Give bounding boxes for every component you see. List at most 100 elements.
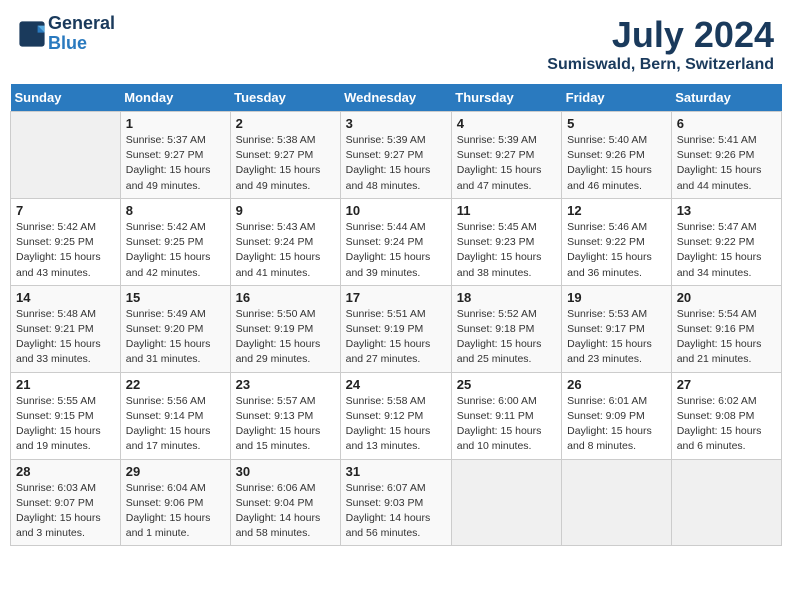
day-info: Sunrise: 5:46 AM Sunset: 9:22 PM Dayligh… (567, 220, 666, 281)
day-info: Sunrise: 5:39 AM Sunset: 9:27 PM Dayligh… (346, 133, 446, 194)
day-info: Sunrise: 5:52 AM Sunset: 9:18 PM Dayligh… (457, 307, 556, 368)
day-cell: 14 Sunrise: 5:48 AM Sunset: 9:21 PM Dayli… (11, 285, 121, 372)
day-info: Sunrise: 5:42 AM Sunset: 9:25 PM Dayligh… (16, 220, 115, 281)
day-info: Sunrise: 5:58 AM Sunset: 9:12 PM Dayligh… (346, 394, 446, 455)
day-number: 17 (346, 290, 446, 305)
day-number: 5 (567, 116, 666, 131)
location: Sumiswald, Bern, Switzerland (547, 56, 774, 74)
day-number: 1 (126, 116, 225, 131)
day-cell (562, 459, 672, 546)
day-cell: 19 Sunrise: 5:53 AM Sunset: 9:17 PM Dayli… (562, 285, 672, 372)
day-number: 24 (346, 377, 446, 392)
day-cell: 11 Sunrise: 5:45 AM Sunset: 9:23 PM Dayli… (451, 198, 561, 285)
day-cell: 20 Sunrise: 5:54 AM Sunset: 9:16 PM Dayli… (671, 285, 781, 372)
day-info: Sunrise: 5:50 AM Sunset: 9:19 PM Dayligh… (236, 307, 335, 368)
day-number: 29 (126, 464, 225, 479)
calendar-table: SundayMondayTuesdayWednesdayThursdayFrid… (10, 84, 782, 546)
day-number: 9 (236, 203, 335, 218)
day-number: 14 (16, 290, 115, 305)
day-cell: 1 Sunrise: 5:37 AM Sunset: 9:27 PM Daylig… (120, 112, 230, 199)
day-cell: 26 Sunrise: 6:01 AM Sunset: 9:09 PM Dayli… (562, 372, 672, 459)
day-number: 26 (567, 377, 666, 392)
day-number: 6 (677, 116, 776, 131)
day-number: 31 (346, 464, 446, 479)
day-cell: 5 Sunrise: 5:40 AM Sunset: 9:26 PM Daylig… (562, 112, 672, 199)
day-info: Sunrise: 5:44 AM Sunset: 9:24 PM Dayligh… (346, 220, 446, 281)
day-info: Sunrise: 6:00 AM Sunset: 9:11 PM Dayligh… (457, 394, 556, 455)
day-info: Sunrise: 5:41 AM Sunset: 9:26 PM Dayligh… (677, 133, 776, 194)
day-header-wednesday: Wednesday (340, 84, 451, 112)
day-number: 11 (457, 203, 556, 218)
day-cell: 27Sunrise: 6:02 AM Sunset: 9:08 PM Dayli… (671, 372, 781, 459)
day-info: Sunrise: 5:39 AM Sunset: 9:27 PM Dayligh… (457, 133, 556, 194)
logo-line2: Blue (48, 34, 115, 54)
day-cell: 17 Sunrise: 5:51 AM Sunset: 9:19 PM Dayli… (340, 285, 451, 372)
day-number: 25 (457, 377, 556, 392)
day-info: Sunrise: 6:07 AM Sunset: 9:03 PM Dayligh… (346, 481, 446, 542)
day-cell: 9 Sunrise: 5:43 AM Sunset: 9:24 PM Daylig… (230, 198, 340, 285)
day-info: Sunrise: 5:49 AM Sunset: 9:20 PM Dayligh… (126, 307, 225, 368)
day-info: Sunrise: 6:06 AM Sunset: 9:04 PM Dayligh… (236, 481, 335, 542)
header-row: SundayMondayTuesdayWednesdayThursdayFrid… (11, 84, 782, 112)
day-number: 12 (567, 203, 666, 218)
day-cell: 3 Sunrise: 5:39 AM Sunset: 9:27 PM Daylig… (340, 112, 451, 199)
day-header-thursday: Thursday (451, 84, 561, 112)
day-info: Sunrise: 5:43 AM Sunset: 9:24 PM Dayligh… (236, 220, 335, 281)
day-info: Sunrise: 6:03 AM Sunset: 9:07 PM Dayligh… (16, 481, 115, 542)
day-info: Sunrise: 5:38 AM Sunset: 9:27 PM Dayligh… (236, 133, 335, 194)
day-cell: 13 Sunrise: 5:47 AM Sunset: 9:22 PM Dayli… (671, 198, 781, 285)
day-number: 19 (567, 290, 666, 305)
day-info: Sunrise: 5:56 AM Sunset: 9:14 PM Dayligh… (126, 394, 225, 455)
day-info: Sunrise: 5:57 AM Sunset: 9:13 PM Dayligh… (236, 394, 335, 455)
day-number: 4 (457, 116, 556, 131)
day-number: 18 (457, 290, 556, 305)
day-cell: 23 Sunrise: 5:57 AM Sunset: 9:13 PM Dayli… (230, 372, 340, 459)
day-number: 8 (126, 203, 225, 218)
day-cell: 2 Sunrise: 5:38 AM Sunset: 9:27 PM Daylig… (230, 112, 340, 199)
day-info: Sunrise: 5:53 AM Sunset: 9:17 PM Dayligh… (567, 307, 666, 368)
day-number: 16 (236, 290, 335, 305)
day-cell: 29Sunrise: 6:04 AM Sunset: 9:06 PM Dayli… (120, 459, 230, 546)
day-number: 10 (346, 203, 446, 218)
day-cell (671, 459, 781, 546)
logo-line1: General (48, 14, 115, 34)
week-row-4: 21Sunrise: 5:55 AM Sunset: 9:15 PM Dayli… (11, 372, 782, 459)
day-number: 27 (677, 377, 776, 392)
day-cell: 6 Sunrise: 5:41 AM Sunset: 9:26 PM Daylig… (671, 112, 781, 199)
week-row-1: 1 Sunrise: 5:37 AM Sunset: 9:27 PM Daylig… (11, 112, 782, 199)
day-cell: 15Sunrise: 5:49 AM Sunset: 9:20 PM Dayli… (120, 285, 230, 372)
day-cell: 4 Sunrise: 5:39 AM Sunset: 9:27 PM Daylig… (451, 112, 561, 199)
day-cell: 24 Sunrise: 5:58 AM Sunset: 9:12 PM Dayli… (340, 372, 451, 459)
day-info: Sunrise: 5:37 AM Sunset: 9:27 PM Dayligh… (126, 133, 225, 194)
day-info: Sunrise: 5:51 AM Sunset: 9:19 PM Dayligh… (346, 307, 446, 368)
day-cell: 8Sunrise: 5:42 AM Sunset: 9:25 PM Daylig… (120, 198, 230, 285)
day-number: 7 (16, 203, 115, 218)
day-number: 2 (236, 116, 335, 131)
day-info: Sunrise: 5:48 AM Sunset: 9:21 PM Dayligh… (16, 307, 115, 368)
day-number: 23 (236, 377, 335, 392)
day-cell: 21Sunrise: 5:55 AM Sunset: 9:15 PM Dayli… (11, 372, 121, 459)
day-number: 30 (236, 464, 335, 479)
day-header-tuesday: Tuesday (230, 84, 340, 112)
day-info: Sunrise: 5:47 AM Sunset: 9:22 PM Dayligh… (677, 220, 776, 281)
day-cell: 31 Sunrise: 6:07 AM Sunset: 9:03 PM Dayli… (340, 459, 451, 546)
day-cell (11, 112, 121, 199)
day-number: 21 (16, 377, 115, 392)
day-header-sunday: Sunday (11, 84, 121, 112)
day-number: 22 (126, 377, 225, 392)
day-cell: 10 Sunrise: 5:44 AM Sunset: 9:24 PM Dayli… (340, 198, 451, 285)
day-cell: 7 Sunrise: 5:42 AM Sunset: 9:25 PM Daylig… (11, 198, 121, 285)
week-row-5: 28 Sunrise: 6:03 AM Sunset: 9:07 PM Dayli… (11, 459, 782, 546)
day-info: Sunrise: 5:54 AM Sunset: 9:16 PM Dayligh… (677, 307, 776, 368)
day-info: Sunrise: 5:45 AM Sunset: 9:23 PM Dayligh… (457, 220, 556, 281)
day-info: Sunrise: 6:01 AM Sunset: 9:09 PM Dayligh… (567, 394, 666, 455)
day-info: Sunrise: 5:40 AM Sunset: 9:26 PM Dayligh… (567, 133, 666, 194)
day-number: 28 (16, 464, 115, 479)
day-cell: 18 Sunrise: 5:52 AM Sunset: 9:18 PM Dayli… (451, 285, 561, 372)
day-number: 3 (346, 116, 446, 131)
title-area: July 2024 Sumiswald, Bern, Switzerland (547, 14, 774, 74)
day-header-friday: Friday (562, 84, 672, 112)
day-number: 13 (677, 203, 776, 218)
week-row-3: 14 Sunrise: 5:48 AM Sunset: 9:21 PM Dayli… (11, 285, 782, 372)
day-number: 20 (677, 290, 776, 305)
